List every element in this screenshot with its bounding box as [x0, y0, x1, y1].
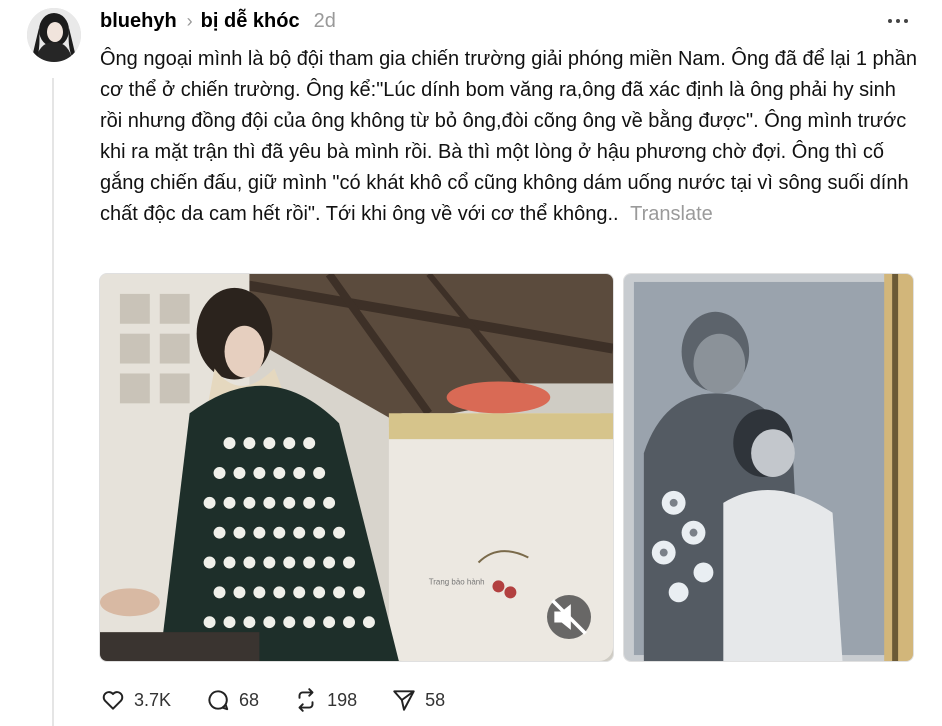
video-frame: Trang bảo hành: [100, 274, 613, 661]
more-options-button[interactable]: [884, 12, 912, 30]
chevron-right-icon: ›: [186, 10, 193, 31]
topic-link[interactable]: bị dễ khóc: [201, 10, 300, 33]
heater-label: Trang bảo hành: [429, 577, 485, 586]
share-count: 58: [425, 689, 446, 710]
photo-attachment[interactable]: [623, 273, 914, 662]
send-icon: [393, 690, 415, 711]
thread-line: [52, 78, 54, 726]
username-link[interactable]: bluehyh: [100, 10, 177, 33]
repost-icon: [298, 688, 314, 712]
video-attachment[interactable]: Trang bảo hành: [99, 273, 614, 662]
repost-button[interactable]: 198: [293, 687, 357, 713]
mute-button[interactable]: [547, 595, 591, 639]
heart-icon: [102, 691, 124, 710]
post-body: Ông ngoại mình là bộ đội tham gia chiến …: [100, 44, 920, 230]
translate-link[interactable]: Translate: [630, 203, 713, 225]
photo-image: [624, 274, 913, 661]
dot-icon: [896, 19, 900, 23]
comment-count: 68: [239, 689, 260, 710]
speaker-muted-icon: [551, 599, 587, 635]
share-button[interactable]: 58: [391, 687, 445, 713]
post-time: 2d: [313, 9, 336, 32]
post-header: bluehyh › bị dễ khóc 2d: [100, 6, 336, 36]
action-bar: 3.7K 68 198 58: [100, 684, 479, 716]
dot-icon: [904, 19, 908, 23]
comment-button[interactable]: 68: [205, 687, 259, 713]
comment-icon: [208, 690, 229, 711]
avatar[interactable]: [27, 8, 81, 62]
avatar-image: [27, 8, 81, 62]
like-count: 3.7K: [134, 689, 172, 710]
post-text: Ông ngoại mình là bộ đội tham gia chiến …: [100, 48, 918, 225]
repost-count: 198: [327, 689, 358, 710]
dot-icon: [888, 19, 892, 23]
like-button[interactable]: 3.7K: [100, 687, 171, 713]
